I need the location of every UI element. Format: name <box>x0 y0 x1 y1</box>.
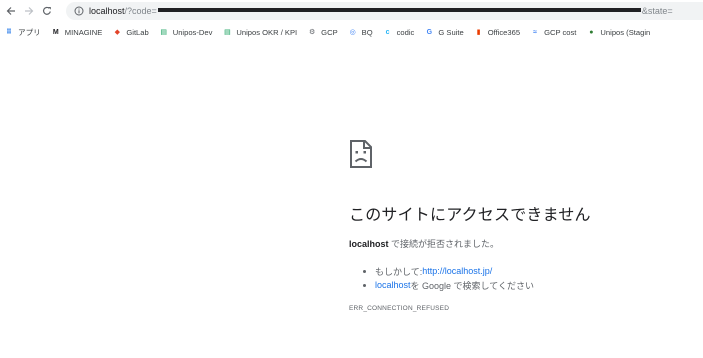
error-page: このサイトにアクセスできません localhost で接続が拒否されました。 も… <box>349 140 689 312</box>
bookmark-label: G Suite <box>438 27 464 37</box>
apps-grid-icon: ⠿ <box>6 29 12 36</box>
error-description-text: で接続が拒否されました。 <box>388 239 500 249</box>
bookmark-label: Unipos-Dev <box>172 27 213 37</box>
bookmark-label: Office365 <box>487 27 521 37</box>
codic-icon: c <box>385 28 390 36</box>
bullet-icon <box>363 283 366 287</box>
bullet-icon <box>363 269 366 273</box>
bookmark-item[interactable]: G G Suite <box>424 27 464 37</box>
minagine-m-icon: M <box>52 28 59 36</box>
bookmark-item[interactable]: ⚙ GCP <box>307 27 338 37</box>
bookmark-label: GCP cost <box>544 27 577 37</box>
url-host: localhost <box>89 6 125 16</box>
bookmark-item[interactable]: ≈ GCP cost <box>530 27 576 37</box>
info-icon[interactable] <box>74 6 84 16</box>
bookmark-item[interactable]: ● Unipos (Stagin <box>586 27 650 37</box>
bookmark-item[interactable]: ▤ Unipos OKR / KPI <box>222 27 297 37</box>
gcp-cost-icon: ≈ <box>533 28 537 36</box>
bookmark-item[interactable]: ▤ Unipos-Dev <box>159 27 213 37</box>
error-host: localhost <box>349 239 389 249</box>
forward-arrow-icon <box>25 7 34 15</box>
bookmark-item[interactable]: ◆ GitLab <box>112 27 149 37</box>
bigquery-icon: ◎ <box>349 29 356 36</box>
url-tail: &state= <box>641 6 673 16</box>
bookmark-label: codic <box>396 27 415 37</box>
address-bar[interactable]: localhost/?code= &state= <box>66 2 703 20</box>
bookmark-item[interactable]: ▮ Office365 <box>474 27 520 37</box>
sad-page-icon <box>350 140 372 168</box>
google-g-icon: G <box>426 28 433 36</box>
bookmark-label: BQ <box>361 27 373 37</box>
suggested-url-link[interactable]: http://localhost.jp/ <box>422 266 492 276</box>
error-code: ERR_CONNECTION_REFUSED <box>349 305 450 312</box>
bookmark-item[interactable]: M MINAGINE <box>51 27 103 37</box>
back-arrow-icon <box>6 7 15 15</box>
back-button[interactable] <box>4 4 18 18</box>
bookmarks-bar: ⠿ アプリ M MINAGINE ◆ GitLab ▤ Unipos-Dev ▤ Unipos O… <box>0 22 703 42</box>
suggestion-item-did-you-mean: もしかして: http://localhost.jp/ <box>363 264 689 278</box>
bookmark-label: MINAGINE <box>64 27 103 37</box>
suggestion-prefix: もしかして: <box>375 266 423 277</box>
unipos-icon: ● <box>589 28 594 36</box>
sheets-icon: ▤ <box>160 29 168 36</box>
suggestion-search-text: を Google で検索してください <box>410 280 535 291</box>
bookmark-item[interactable]: c codic <box>383 27 415 37</box>
bookmark-item[interactable]: ◎ BQ <box>348 27 373 37</box>
reload-button[interactable] <box>40 4 54 18</box>
sheets-icon: ▤ <box>224 29 231 36</box>
suggestion-item-search: localhost を Google で検索してください <box>363 278 689 292</box>
bookmark-label: GitLab <box>126 27 149 37</box>
url-redacted-code <box>157 8 641 12</box>
bookmark-label: Unipos (Stagin <box>600 27 651 37</box>
search-google-link[interactable]: localhost <box>375 280 411 290</box>
error-title: このサイトにアクセスできません <box>349 207 591 224</box>
bookmark-item[interactable]: ⠿ アプリ <box>4 27 41 38</box>
bookmark-label: アプリ <box>18 27 41 37</box>
bookmark-label: Unipos OKR / KPI <box>236 27 298 37</box>
browser-toolbar: localhost/?code= &state= <box>0 0 703 22</box>
gitlab-icon: ◆ <box>114 29 121 36</box>
error-description: localhost で接続が拒否されました。 <box>349 237 689 250</box>
suggestions-list: もしかして: http://localhost.jp/ localhost を … <box>349 264 689 292</box>
office-icon: ▮ <box>476 29 481 36</box>
forward-button[interactable] <box>22 4 36 18</box>
reload-icon <box>42 6 51 15</box>
url-path: /?code= <box>124 6 157 16</box>
bookmark-label: GCP <box>321 27 338 37</box>
gcp-gear-icon: ⚙ <box>309 29 316 36</box>
